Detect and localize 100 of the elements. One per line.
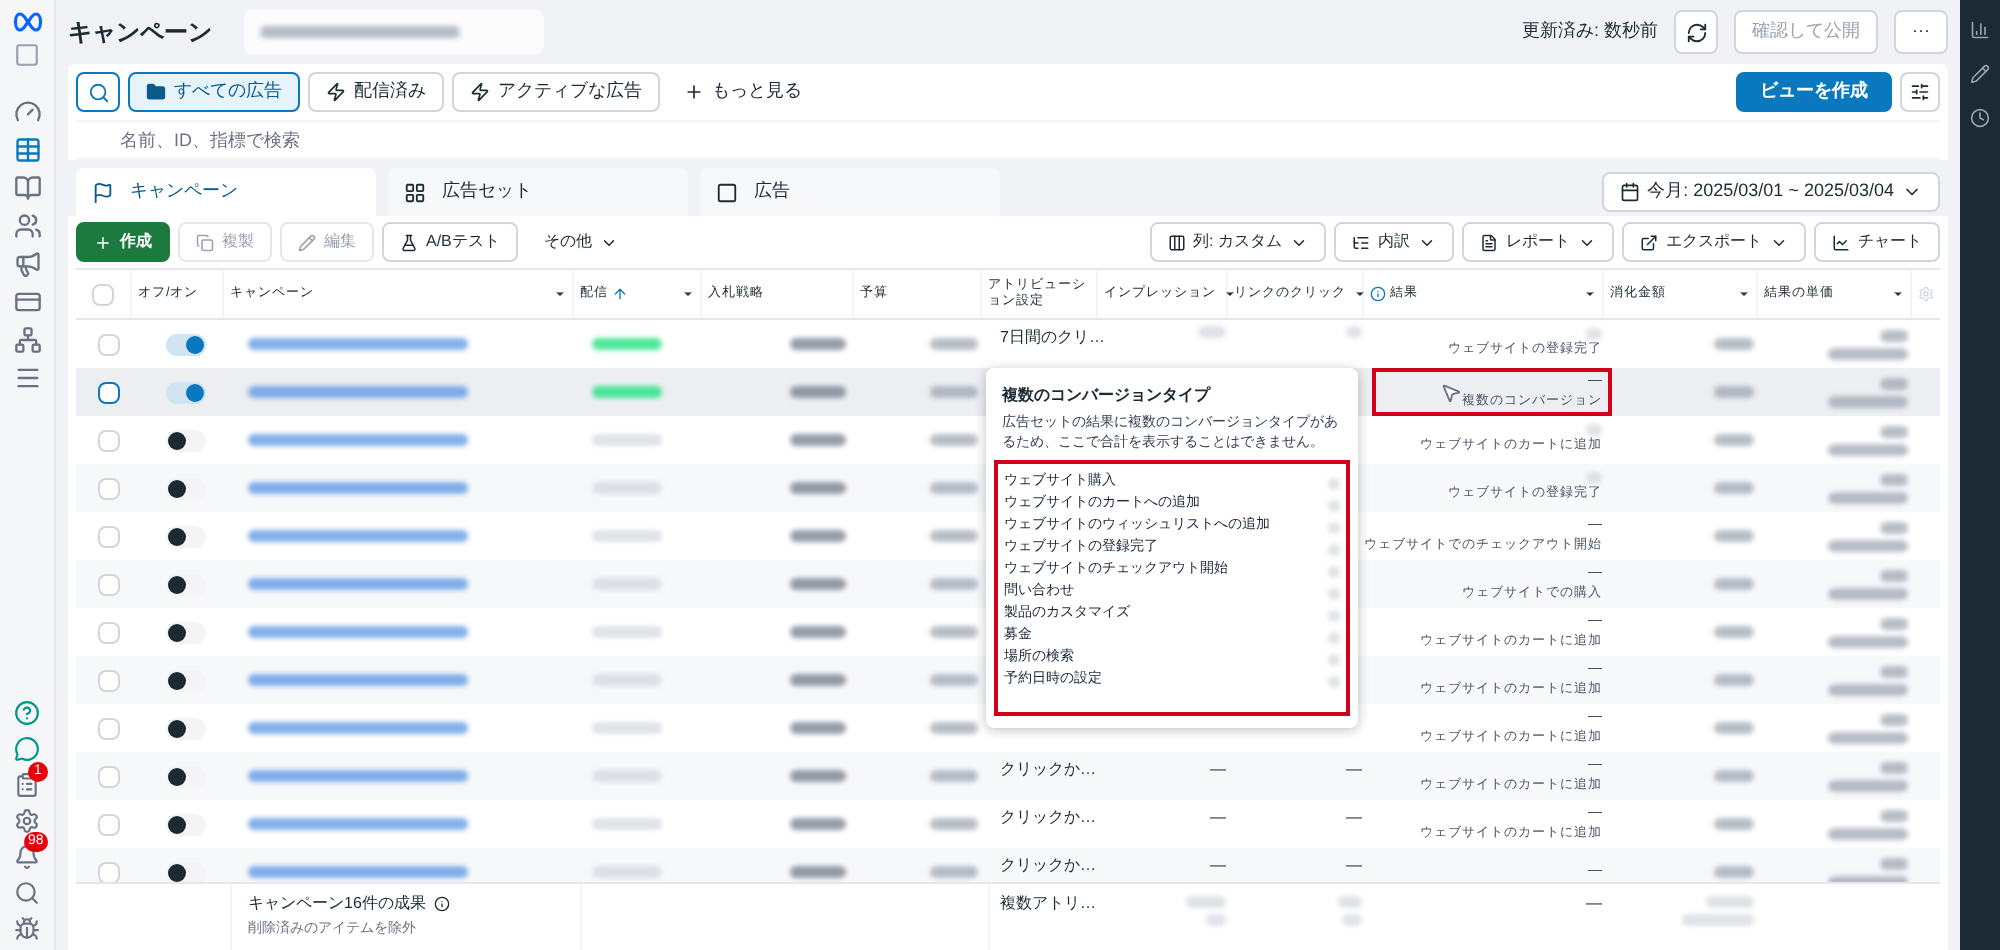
blurred-text [592, 674, 662, 686]
bell-icon[interactable] [14, 844, 40, 870]
checkbox[interactable] [97, 381, 119, 403]
blurred-text [1828, 731, 1908, 743]
view-tab[interactable]: 広告 [700, 168, 1000, 216]
toolbar-button[interactable]: 内訳 [1334, 222, 1454, 262]
toolbar-button[interactable]: 作成 [76, 222, 170, 262]
blurred-text [790, 578, 846, 590]
help-icon[interactable] [14, 700, 40, 726]
blurred-text [1880, 761, 1908, 773]
export-icon [1640, 233, 1658, 251]
people-icon[interactable] [13, 212, 41, 240]
blurred-text [790, 818, 846, 830]
search-field[interactable]: 名前、ID、指標で検索 [76, 120, 1940, 160]
more-filters-button[interactable]: もっと見る [668, 72, 818, 112]
blurred-text [1880, 377, 1908, 389]
toolbar-button[interactable]: A/Bテスト [382, 222, 518, 262]
blurred-text [1880, 425, 1908, 437]
toggle-switch[interactable] [166, 477, 206, 499]
toggle-switch[interactable] [166, 669, 206, 691]
menu-icon[interactable] [13, 364, 41, 392]
flask-icon [400, 233, 418, 251]
table-icon[interactable] [13, 136, 41, 164]
megaphone-icon[interactable] [13, 250, 41, 278]
chat-icon[interactable] [14, 736, 40, 762]
table-cell-text: — [1210, 854, 1226, 878]
filter-chip[interactable]: 配信済み [308, 72, 444, 112]
pencil-icon[interactable] [1970, 64, 1990, 84]
blurred-text [1706, 896, 1754, 908]
bar-chart-icon[interactable] [1970, 20, 1990, 40]
settings-icon[interactable] [14, 808, 40, 834]
square-icon[interactable] [14, 42, 40, 68]
blurred-text [930, 386, 978, 398]
filter-chip[interactable]: すべての広告 [128, 72, 300, 112]
view-tab[interactable]: キャンペーン [76, 168, 376, 216]
create-view-button[interactable]: ビューを作成 [1736, 72, 1892, 112]
date-range-button[interactable]: 今月: 2025/03/01 ~ 2025/03/04 [1601, 172, 1940, 212]
toolbar-button[interactable]: チャート [1814, 222, 1940, 262]
toolbar-button[interactable]: レポート [1462, 222, 1614, 262]
more-button[interactable]: ··· [1894, 10, 1948, 54]
flag-icon [92, 181, 114, 203]
blurred-text [592, 386, 662, 398]
toggle-switch[interactable] [166, 429, 206, 451]
search-button[interactable] [76, 72, 120, 112]
blurred-text [1714, 434, 1754, 446]
blurred-text [1714, 866, 1754, 878]
toggle-switch[interactable] [166, 717, 206, 739]
calendar-icon [1619, 182, 1640, 202]
clock-icon[interactable] [1970, 108, 1990, 128]
blurred-text [1828, 827, 1908, 839]
info-icon[interactable] [433, 896, 450, 912]
filter-chip[interactable]: アクティブな広告 [452, 72, 660, 112]
blurred-text [1682, 914, 1754, 926]
caret-icon [1224, 288, 1237, 300]
toggle-switch[interactable] [166, 765, 206, 787]
blurred-text [930, 530, 978, 542]
toolbar-button[interactable]: その他 [525, 222, 636, 262]
search-icon[interactable] [14, 880, 40, 906]
table-cell: 7日間のクリ… [1000, 328, 1105, 346]
toggle-switch[interactable] [166, 621, 206, 643]
blurred-text [930, 626, 978, 638]
blurred-text [1880, 857, 1908, 869]
tooltip-title: 複数のコンバージョンタイプ [999, 384, 1213, 408]
table-cell: クリックか… [1000, 856, 1096, 874]
blurred-text [592, 530, 662, 542]
blurred-text [1828, 347, 1908, 359]
caret-icon [554, 288, 567, 300]
blurred-text [592, 482, 662, 494]
blurred-text [1828, 587, 1908, 599]
blurred-text [1714, 626, 1754, 638]
pencil-icon [298, 233, 316, 251]
blurred-text [1586, 424, 1602, 436]
table-cell-text: — [1210, 758, 1226, 782]
settings-button[interactable] [1900, 72, 1940, 112]
view-tab[interactable]: 広告セット [388, 168, 688, 216]
clipboard-icon[interactable] [14, 772, 40, 798]
toolbar-button[interactable]: 列: カスタム [1149, 222, 1326, 262]
blurred-text [1714, 770, 1754, 782]
blurred-text [1714, 386, 1754, 398]
toggle-switch[interactable] [166, 573, 206, 595]
toggle-switch[interactable] [166, 861, 206, 882]
folder-icon [146, 82, 166, 102]
toggle-switch[interactable] [166, 381, 206, 403]
toggle-switch[interactable] [166, 333, 206, 355]
blurred-text [1206, 914, 1226, 926]
card-icon[interactable] [13, 288, 41, 316]
infinity-logo-icon[interactable] [11, 12, 43, 32]
bug-icon[interactable] [14, 916, 40, 942]
blurred-text [592, 578, 662, 590]
gauge-icon[interactable] [13, 98, 41, 126]
network-icon[interactable] [13, 326, 41, 354]
toolbar-button[interactable]: エクスポート [1622, 222, 1806, 262]
toggle-switch[interactable] [166, 525, 206, 547]
blurred-text [930, 866, 978, 878]
blurred-text [592, 866, 662, 878]
book-icon[interactable] [13, 174, 41, 202]
blurred-text [790, 338, 846, 350]
blurred-text [1880, 617, 1908, 629]
toggle-switch[interactable] [166, 813, 206, 835]
refresh-button[interactable] [1674, 10, 1718, 54]
